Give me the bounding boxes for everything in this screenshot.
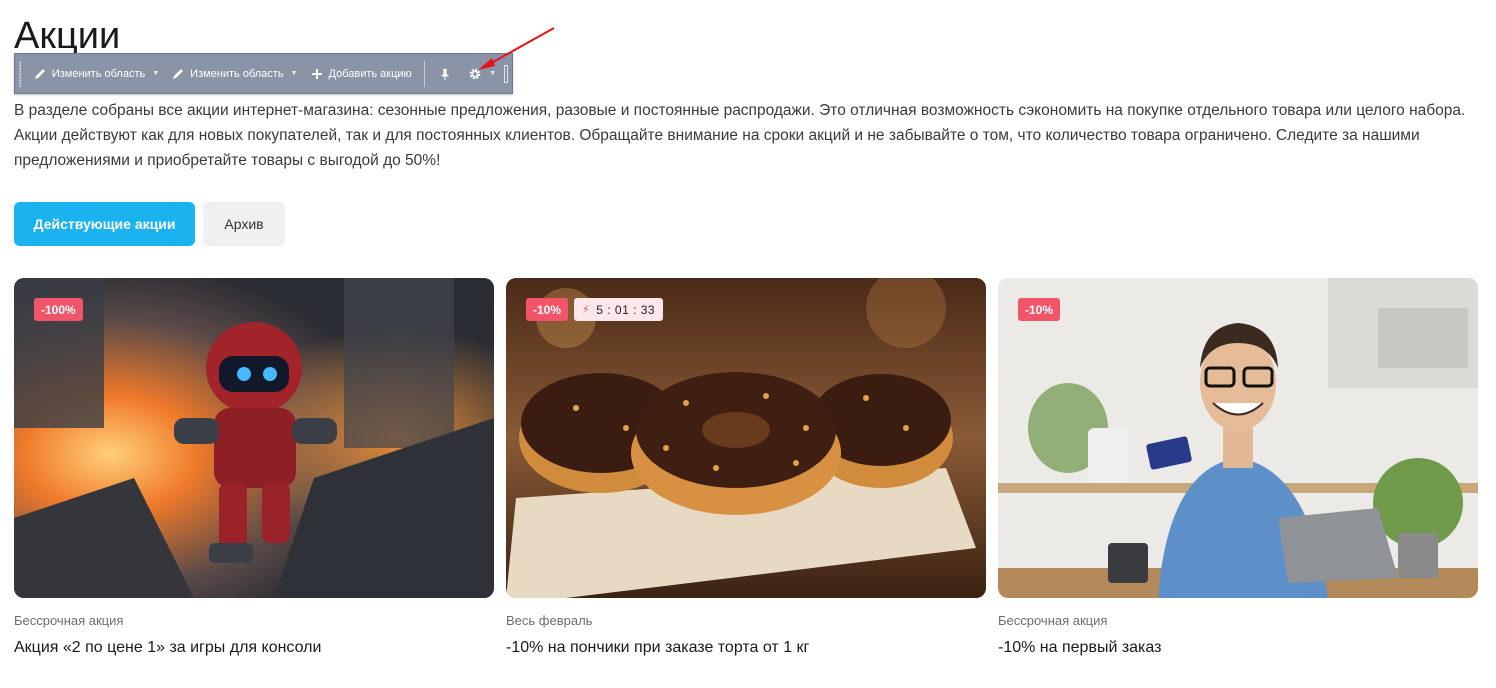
add-promo-label: Добавить акцию [328,67,412,80]
promo-card[interactable]: -10% ⚡ 5 : 01 : 33 Весь февраль -10% на … [506,278,986,658]
tab-archive[interactable]: Архив [203,202,285,246]
discount-badge: -10% [526,298,569,321]
promo-card[interactable]: -100% Бессрочная акция Акция «2 по цене … [14,278,494,658]
lightning-icon: ⚡ [582,304,591,316]
toolbar-grip-handle[interactable] [19,60,21,87]
plus-icon [311,68,322,79]
add-promo-button[interactable]: Добавить акцию [304,54,418,93]
promo-title[interactable]: -10% на первый заказ [998,639,1161,657]
pencil-icon [173,68,184,79]
chevron-down-icon: ▼ [152,70,160,77]
chocolate-donuts-image[interactable]: -10% ⚡ 5 : 01 : 33 [506,278,986,598]
edit-area-button-1[interactable]: Изменить область ▼ [27,54,165,93]
tab-active-promos[interactable]: Действующие акции [14,202,195,246]
promo-title[interactable]: -10% на пончики при заказе торта от 1 кг [506,639,809,657]
page-description: В разделе собраны все акции интернет-маг… [14,102,1466,169]
discount-badge: -10% [1018,298,1061,321]
red-arrow-annotation [478,27,555,70]
edit-area-label-2: Изменить область [190,67,284,80]
discount-badge: -100% [34,298,83,321]
editor-toolbar: Изменить область ▼ Изменить область ▼ До… [14,53,513,94]
edit-area-label-1: Изменить область [51,67,146,80]
promo-title[interactable]: Акция «2 по цене 1» за игры для консоли [14,639,321,657]
pencil-icon [34,68,45,79]
promo-card[interactable]: -10% Бессрочная акция -10% на первый зак… [998,278,1478,658]
countdown-timer: ⚡ 5 : 01 : 33 [574,298,664,321]
edit-area-button-2[interactable]: Изменить область ▼ [165,54,303,93]
chevron-down-icon: ▼ [290,70,298,77]
man-with-card-laptop-image[interactable]: -10% [998,278,1478,598]
countdown-value: 5 : 01 : 33 [596,302,656,317]
promo-period: Бессрочная акция [14,613,124,628]
pin-icon [441,68,449,80]
pin-button[interactable] [430,54,460,93]
robot-explosion-image[interactable]: -100% [14,278,494,598]
promo-period: Весь февраль [506,613,593,628]
promo-period: Бессрочная акция [998,613,1108,628]
